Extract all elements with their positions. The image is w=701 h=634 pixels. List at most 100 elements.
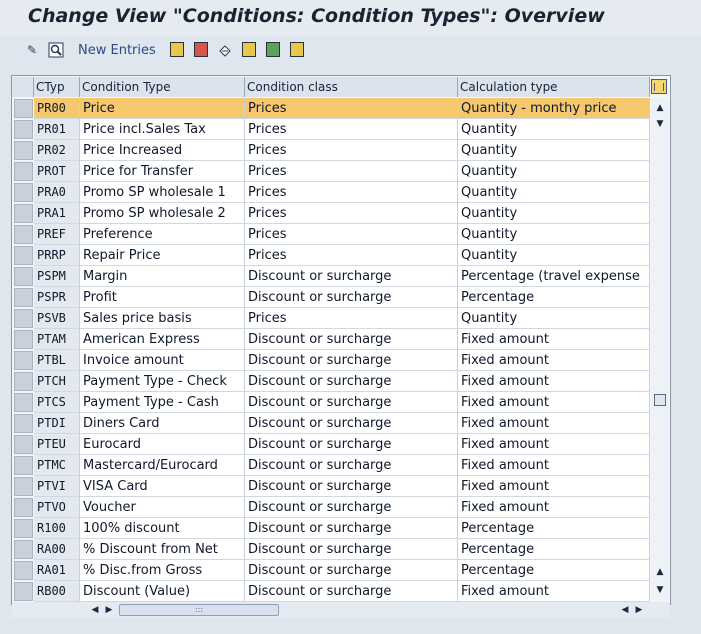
cell-condition-class[interactable]: Discount or surcharge [245, 497, 458, 518]
new-entries-button[interactable]: New Entries [78, 43, 156, 58]
row-selector[interactable] [14, 351, 33, 370]
undo-icon[interactable] [217, 42, 233, 58]
cell-condition-type-key[interactable]: PTVI [34, 476, 80, 497]
pencil-glasses-icon[interactable]: ✎ [24, 42, 40, 58]
row-selector[interactable] [14, 582, 33, 601]
row-selector[interactable] [14, 141, 33, 160]
table-row[interactable]: PTCH Payment Type - Check Discount or surc… [12, 371, 650, 392]
row-selector[interactable] [14, 372, 33, 391]
cell-calculation-type[interactable]: Percentage (travel expense [458, 266, 650, 287]
cell-calculation-type[interactable]: Fixed amount [458, 329, 650, 350]
cell-condition-type-name[interactable]: VISA Card [80, 476, 245, 497]
search-icon[interactable] [48, 42, 64, 58]
cell-calculation-type[interactable]: Quantity [458, 140, 650, 161]
cell-condition-type-name[interactable]: Mastercard/Eurocard [80, 455, 245, 476]
cell-condition-class[interactable]: Prices [245, 98, 458, 119]
scroll-right-icon[interactable]: ▶ [102, 602, 116, 618]
cell-condition-class[interactable]: Prices [245, 119, 458, 140]
cell-condition-type-key[interactable]: PREF [34, 224, 80, 245]
scroll-up-icon[interactable]: ▲ [651, 100, 669, 116]
row-selector[interactable] [14, 225, 33, 244]
table-row[interactable]: PREF Preference Prices Quantity [12, 224, 650, 245]
row-selector[interactable] [14, 477, 33, 496]
cell-condition-type-key[interactable]: PTAM [34, 329, 80, 350]
select-block-icon[interactable] [266, 42, 280, 57]
cell-condition-type-key[interactable]: RA00 [34, 539, 80, 560]
row-selector[interactable] [14, 183, 33, 202]
table-row[interactable]: PRRP Repair Price Prices Quantity [12, 245, 650, 266]
table-row[interactable]: PSVB Sales price basis Prices Quantity [12, 308, 650, 329]
cell-calculation-type[interactable]: Quantity [458, 245, 650, 266]
cell-condition-type-name[interactable]: Profit [80, 287, 245, 308]
cell-condition-type-key[interactable]: PTVO [34, 497, 80, 518]
table-row[interactable]: PTVI VISA Card Discount or surcharge Fixed … [12, 476, 650, 497]
table-row[interactable]: PRA1 Promo SP wholesale 2 Prices Quantity [12, 203, 650, 224]
cell-condition-type-name[interactable]: Sales price basis [80, 308, 245, 329]
cell-condition-type-name[interactable]: Repair Price [80, 245, 245, 266]
cell-condition-class[interactable]: Discount or surcharge [245, 455, 458, 476]
cell-calculation-type[interactable]: Fixed amount [458, 371, 650, 392]
scroll-thumb[interactable] [654, 394, 666, 406]
cell-condition-type-key[interactable]: PTDI [34, 413, 80, 434]
row-selector[interactable] [14, 393, 33, 412]
cell-condition-type-name[interactable]: % Disc.from Gross [80, 560, 245, 581]
cell-calculation-type[interactable]: Fixed amount [458, 350, 650, 371]
column-header-calculation-type[interactable]: Calculation type [458, 77, 650, 97]
cell-condition-type-key[interactable]: PSPR [34, 287, 80, 308]
row-selector[interactable] [14, 99, 33, 118]
cell-condition-class[interactable]: Discount or surcharge [245, 266, 458, 287]
cell-condition-type-name[interactable]: Invoice amount [80, 350, 245, 371]
cell-condition-class[interactable]: Prices [245, 224, 458, 245]
table-row[interactable]: PTEU Eurocard Discount or surcharge Fixed a… [12, 434, 650, 455]
cell-calculation-type[interactable]: Fixed amount [458, 497, 650, 518]
table-row[interactable]: PTAM American Express Discount or surcharg… [12, 329, 650, 350]
table-row[interactable]: PTVO Voucher Discount or surcharge Fixed am… [12, 497, 650, 518]
cell-condition-type-name[interactable]: Eurocard [80, 434, 245, 455]
horizontal-scroll-thumb[interactable]: ::: [119, 604, 279, 616]
cell-condition-type-key[interactable]: R100 [34, 518, 80, 539]
cell-condition-type-key[interactable]: PR00 [34, 98, 80, 119]
cell-condition-class[interactable]: Prices [245, 308, 458, 329]
cell-condition-type-name[interactable]: Price for Transfer [80, 161, 245, 182]
cell-condition-type-key[interactable]: PSPM [34, 266, 80, 287]
column-header-ctyp[interactable]: CTyp [34, 77, 80, 97]
table-row[interactable]: RA00% Discount from Net Discount or surch… [12, 539, 650, 560]
cell-condition-type-key[interactable]: PSVB [34, 308, 80, 329]
cell-condition-type-key[interactable]: PROT [34, 161, 80, 182]
scroll-left-icon[interactable]: ◀ [88, 602, 102, 618]
row-selector[interactable] [14, 330, 33, 349]
cell-calculation-type[interactable]: Fixed amount [458, 413, 650, 434]
cell-condition-class[interactable]: Discount or surcharge [245, 350, 458, 371]
column-header-condition-type[interactable]: Condition Type [80, 77, 245, 97]
table-row[interactable]: PTBL Invoice amount Discount or surcharge F… [12, 350, 650, 371]
cell-condition-class[interactable]: Prices [245, 161, 458, 182]
scroll-page-up-icon[interactable]: ▲ [651, 564, 669, 580]
table-row[interactable]: RB00 Discount (Value) Discount or surcharg… [12, 581, 650, 602]
cell-condition-class[interactable]: Discount or surcharge [245, 329, 458, 350]
table-row[interactable]: RA01% Disc.from Gross Discount or surchar… [12, 560, 650, 581]
table-row[interactable]: PSPM Margin Discount or surcharge Percentag… [12, 266, 650, 287]
row-selector[interactable] [14, 435, 33, 454]
cell-condition-type-name[interactable]: Margin [80, 266, 245, 287]
row-selector[interactable] [14, 498, 33, 517]
table-row[interactable]: R100 100% discount Discount or surcharge Pe… [12, 518, 650, 539]
cell-condition-type-name[interactable]: Preference [80, 224, 245, 245]
cell-condition-type-name[interactable]: Payment Type - Cash [80, 392, 245, 413]
cell-condition-type-name[interactable]: American Express [80, 329, 245, 350]
horizontal-scrollbar[interactable]: ◀ ▶ ::: ◀ ▶ [12, 602, 670, 618]
cell-condition-class[interactable]: Discount or surcharge [245, 560, 458, 581]
cell-condition-type-name[interactable]: Price Increased [80, 140, 245, 161]
row-selector[interactable] [14, 309, 33, 328]
table-row[interactable]: PTDI Diners Card Discount or surcharge Fixe… [12, 413, 650, 434]
table-row[interactable]: PR00 Price Prices Quantity - monthy price [12, 98, 650, 119]
cell-calculation-type[interactable]: Quantity [458, 161, 650, 182]
table-row[interactable]: PSPR Profit Discount or surcharge Percentag… [12, 287, 650, 308]
cell-calculation-type[interactable]: Quantity [458, 308, 650, 329]
select-all-icon[interactable] [242, 42, 256, 57]
cell-condition-class[interactable]: Prices [245, 203, 458, 224]
scroll-right-end-icon[interactable]: ▶ [632, 602, 646, 618]
row-selector[interactable] [14, 246, 33, 265]
cell-condition-type-name[interactable]: Promo SP wholesale 2 [80, 203, 245, 224]
copy-icon[interactable] [170, 42, 184, 57]
cell-condition-type-name[interactable]: % Discount from Net [80, 539, 245, 560]
